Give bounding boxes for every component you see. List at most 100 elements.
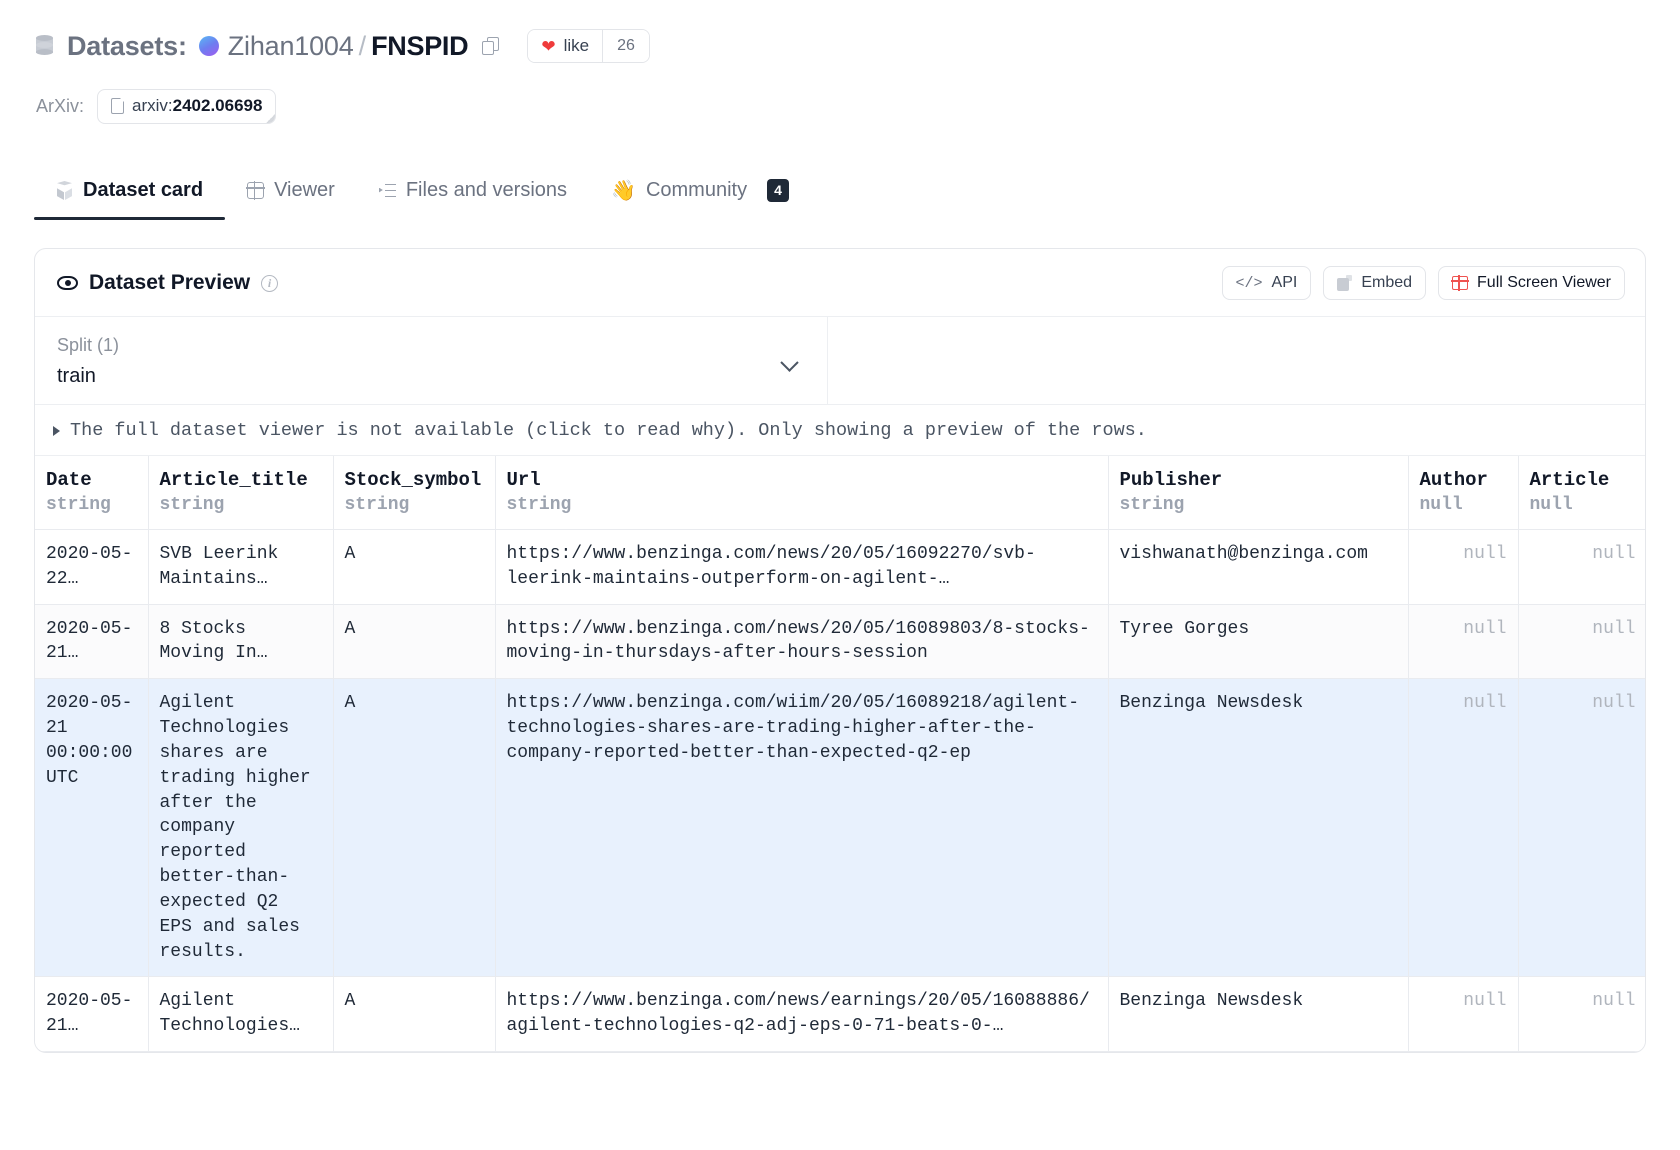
- wave-hand-icon: 👋: [611, 181, 636, 201]
- document-icon: [111, 98, 124, 114]
- dataset-preview-card: Dataset Preview i </> API Embed Full Scr…: [34, 248, 1646, 1053]
- owner-link[interactable]: Zihan1004: [228, 31, 354, 62]
- column-type: string: [507, 495, 1097, 515]
- preview-title-group: Dataset Preview i: [57, 271, 278, 295]
- cell-article-title: Agilent Technologies…: [148, 977, 333, 1052]
- table-header-row: Date string Article_title string Stock_s…: [35, 456, 1645, 530]
- grid-icon: [247, 182, 264, 199]
- arxiv-tag[interactable]: arxiv:2402.06698: [97, 89, 276, 124]
- api-button[interactable]: </> API: [1222, 266, 1312, 300]
- split-dropdown[interactable]: Split (1) train: [35, 317, 828, 404]
- cell-url: https://www.benzinga.com/news/20/05/1609…: [495, 530, 1108, 605]
- cell-date: 2020-05-21…: [35, 604, 148, 679]
- column-name: Author: [1420, 469, 1507, 491]
- cell-date: 2020-05-22…: [35, 530, 148, 605]
- column-type: string: [345, 495, 484, 515]
- like-count[interactable]: 26: [602, 30, 649, 62]
- column-type: string: [1120, 495, 1397, 515]
- embed-button-label: Embed: [1361, 274, 1412, 292]
- dataset-viewer-page: Datasets: Zihan1004 / FNSPID ❤ like 26 A…: [0, 0, 1680, 1150]
- copy-icon[interactable]: [482, 37, 499, 55]
- split-value: train: [57, 365, 805, 388]
- tab-label: Community: [646, 179, 747, 202]
- cell-publisher: vishwanath@benzinga.com: [1108, 530, 1408, 605]
- full-screen-viewer-button[interactable]: Full Screen Viewer: [1438, 266, 1625, 300]
- cell-article: null: [1518, 530, 1645, 605]
- cell-stock-symbol: A: [333, 977, 495, 1052]
- heart-icon: ❤: [541, 38, 555, 55]
- table-row[interactable]: 2020-05-21 00:00:00 UTC Agilent Technolo…: [35, 679, 1645, 977]
- cell-stock-symbol: A: [333, 604, 495, 679]
- caret-right-icon: [53, 426, 60, 436]
- embed-icon: [1337, 275, 1352, 291]
- column-header-publisher[interactable]: Publisher string: [1108, 456, 1408, 530]
- tab-bar: Dataset card Viewer Files and versions 👋…: [34, 158, 1680, 220]
- cell-article-title: 8 Stocks Moving In…: [148, 604, 333, 679]
- cell-author: null: [1408, 530, 1518, 605]
- column-header-article[interactable]: Article null: [1518, 456, 1645, 530]
- column-header-author[interactable]: Author null: [1408, 456, 1518, 530]
- tag-corner-fold: [266, 114, 275, 123]
- table-row[interactable]: 2020-05-21… Agilent Technologies… A http…: [35, 977, 1645, 1052]
- eye-icon: [57, 276, 78, 290]
- cell-article: null: [1518, 604, 1645, 679]
- owner-avatar: [199, 36, 219, 56]
- like-control: ❤ like 26: [527, 29, 650, 63]
- cell-publisher: Tyree Gorges: [1108, 604, 1408, 679]
- table-row[interactable]: 2020-05-21… 8 Stocks Moving In… A https:…: [35, 604, 1645, 679]
- tab-community[interactable]: 👋 Community 4: [589, 179, 811, 220]
- cell-article: null: [1518, 679, 1645, 977]
- cell-publisher: Benzinga Newsdesk: [1108, 977, 1408, 1052]
- tab-label: Viewer: [274, 179, 335, 202]
- cell-author: null: [1408, 679, 1518, 977]
- repo-link[interactable]: FNSPID: [371, 31, 468, 62]
- tab-files-and-versions[interactable]: Files and versions: [357, 179, 589, 220]
- preview-table-wrapper: Date string Article_title string Stock_s…: [35, 456, 1645, 1052]
- arxiv-label: ArXiv:: [36, 96, 84, 117]
- tab-dataset-card[interactable]: Dataset card: [34, 179, 225, 220]
- cell-date: 2020-05-21…: [35, 977, 148, 1052]
- column-name: Publisher: [1120, 469, 1397, 491]
- column-type: string: [160, 495, 322, 515]
- cube-icon: [56, 181, 73, 200]
- column-name: Url: [507, 469, 1097, 491]
- preview-table: Date string Article_title string Stock_s…: [35, 456, 1645, 1052]
- column-header-url[interactable]: Url string: [495, 456, 1108, 530]
- full-screen-viewer-label: Full Screen Viewer: [1477, 274, 1611, 292]
- table-row[interactable]: 2020-05-22… SVB Leerink Maintains… A htt…: [35, 530, 1645, 605]
- cell-author: null: [1408, 977, 1518, 1052]
- column-type: null: [1530, 495, 1636, 515]
- split-row-filler: [828, 317, 1645, 404]
- cell-stock-symbol: A: [333, 679, 495, 977]
- column-name: Stock_symbol: [345, 469, 484, 491]
- cell-article-title: Agilent Technologies shares are trading …: [148, 679, 333, 977]
- column-header-date[interactable]: Date string: [35, 456, 148, 530]
- cell-article: null: [1518, 977, 1645, 1052]
- tab-viewer[interactable]: Viewer: [225, 179, 357, 220]
- repo-title-row: Datasets: Zihan1004 / FNSPID ❤ like 26: [36, 26, 1680, 66]
- arxiv-row: ArXiv: arxiv:2402.06698: [36, 88, 1680, 124]
- preview-title: Dataset Preview: [89, 271, 250, 295]
- info-icon[interactable]: i: [261, 275, 278, 292]
- cell-stock-symbol: A: [333, 530, 495, 605]
- like-label: like: [564, 36, 590, 56]
- cell-date: 2020-05-21 00:00:00 UTC: [35, 679, 148, 977]
- split-label: Split (1): [57, 335, 805, 356]
- split-selector-row: Split (1) train: [35, 317, 1645, 405]
- preview-notice[interactable]: The full dataset viewer is not available…: [35, 405, 1645, 456]
- chevron-down-icon[interactable]: [783, 356, 799, 372]
- like-button[interactable]: ❤ like: [528, 30, 602, 62]
- embed-button[interactable]: Embed: [1323, 266, 1426, 300]
- cell-url: https://www.benzinga.com/news/20/05/1608…: [495, 604, 1108, 679]
- database-icon: [36, 35, 53, 57]
- page-header: Datasets: Zihan1004 / FNSPID ❤ like 26 A…: [0, 0, 1680, 124]
- tab-label: Files and versions: [406, 179, 567, 202]
- cell-url: https://www.benzinga.com/wiim/20/05/1608…: [495, 679, 1108, 977]
- column-header-stock-symbol[interactable]: Stock_symbol string: [333, 456, 495, 530]
- column-type: null: [1420, 495, 1507, 515]
- column-header-article-title[interactable]: Article_title string: [148, 456, 333, 530]
- column-name: Date: [46, 469, 137, 491]
- preview-actions: </> API Embed Full Screen Viewer: [1222, 266, 1626, 300]
- datasets-label: Datasets:: [67, 31, 187, 62]
- cell-url: https://www.benzinga.com/news/earnings/2…: [495, 977, 1108, 1052]
